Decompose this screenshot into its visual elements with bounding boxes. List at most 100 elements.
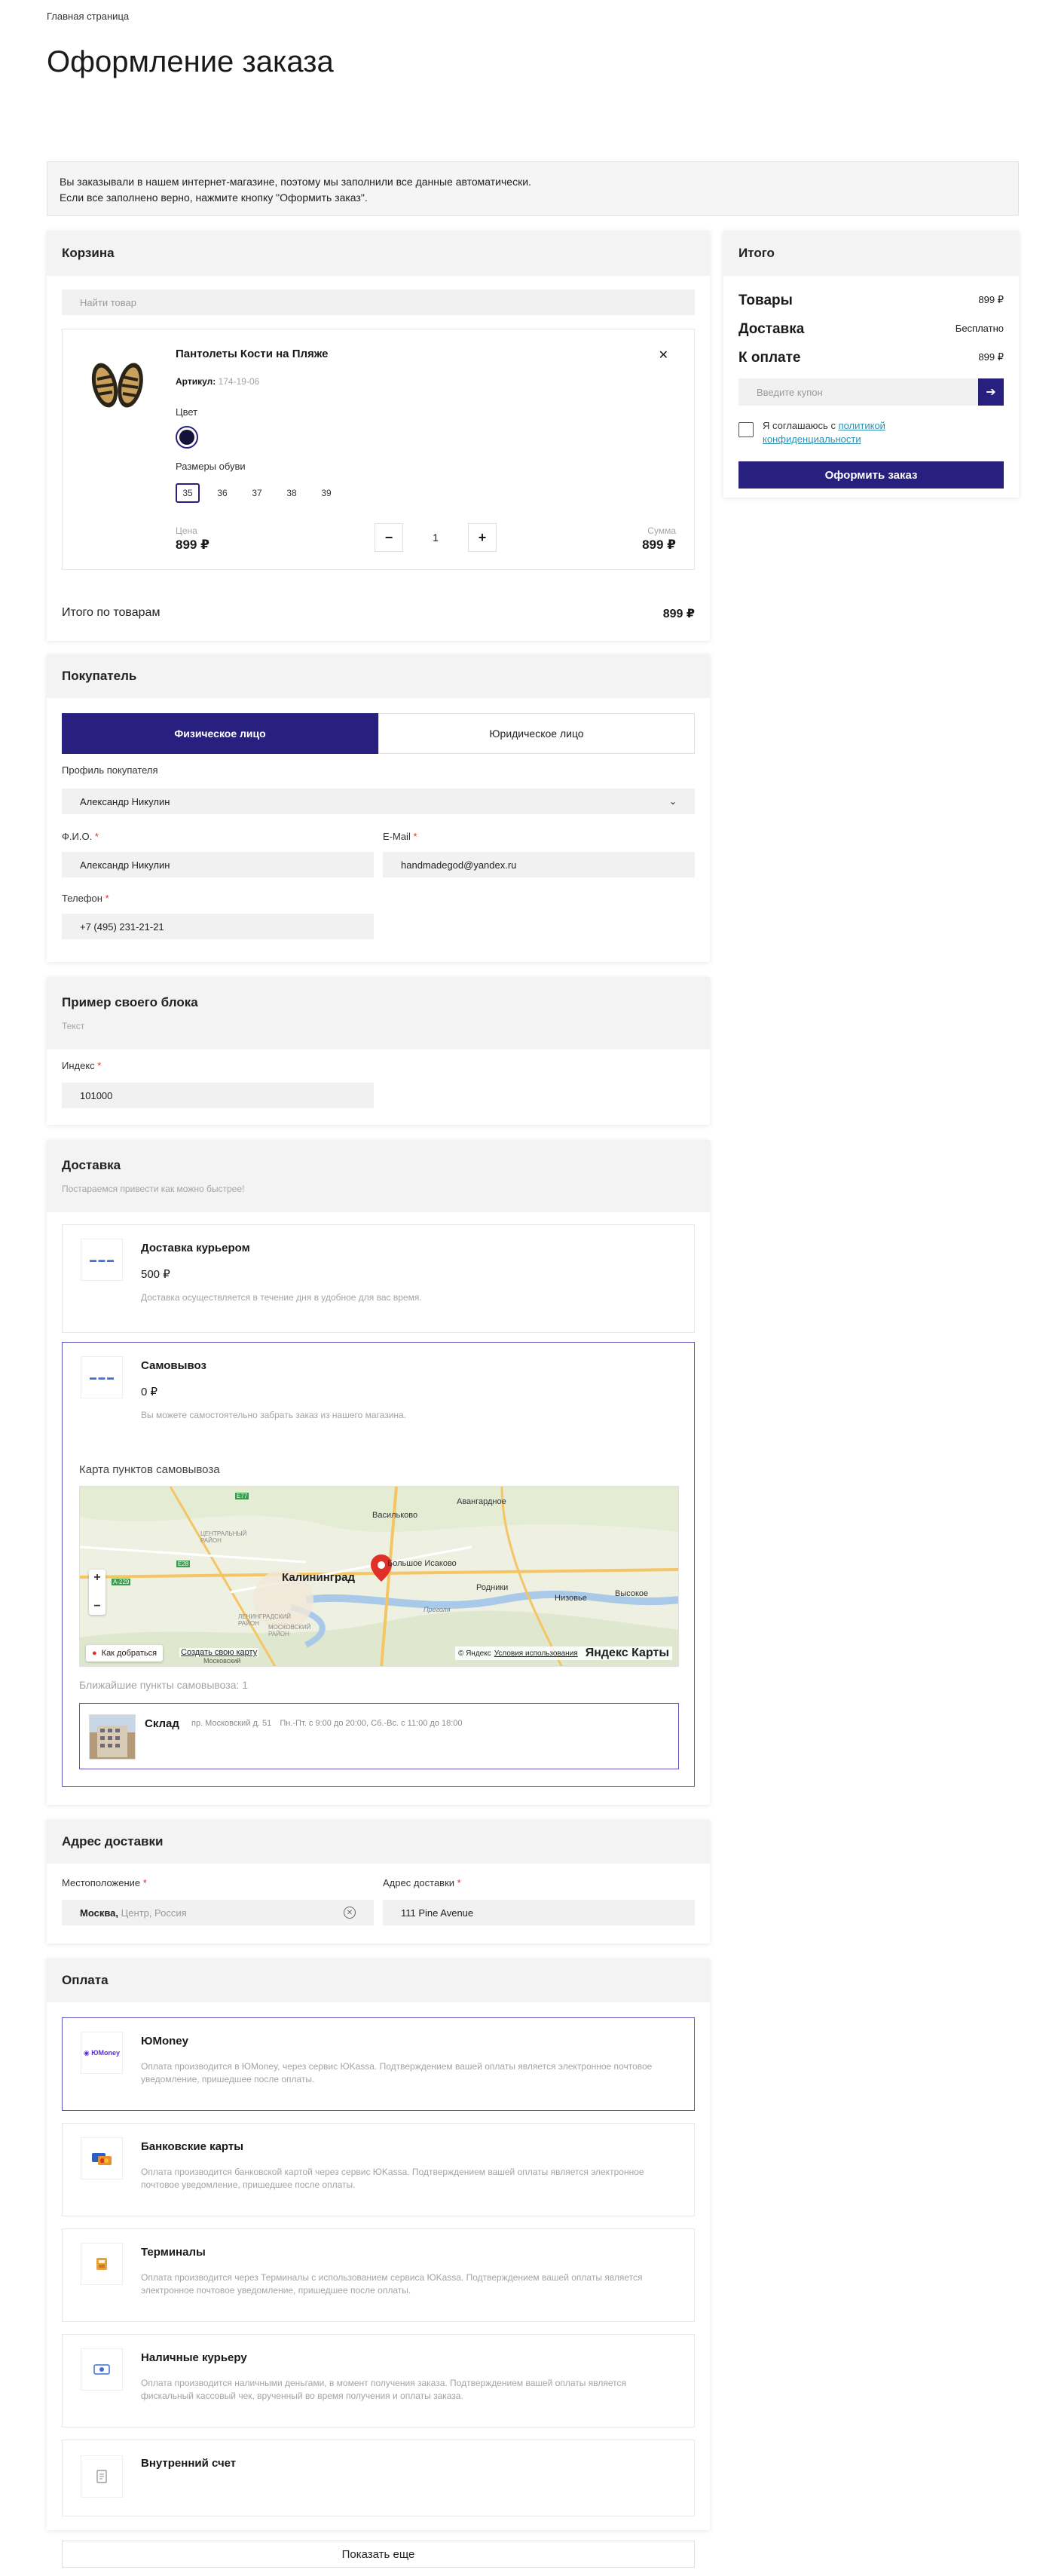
fio-field[interactable]: Александр Никулин xyxy=(62,852,374,878)
payment-option-title: Наличные курьеру xyxy=(141,2351,247,2364)
cart-total-value: 899 ₽ xyxy=(662,608,695,620)
size-option[interactable]: 37 xyxy=(245,483,269,503)
delivery-option-pickup[interactable]: ▬ ▬ ▬ Самовывоз 0 ₽ Вы можете самостояте… xyxy=(62,1342,695,1787)
custom-block-subtitle: Текст xyxy=(62,1021,85,1031)
phone-label: Телефон * xyxy=(62,893,109,904)
coupon-input[interactable]: Введите купон xyxy=(738,378,978,406)
map-pin-icon: ● xyxy=(92,1649,97,1658)
remove-product-icon[interactable]: ✕ xyxy=(659,348,668,363)
size-option[interactable]: 38 xyxy=(280,483,304,503)
pickup-point-name: Склад xyxy=(145,1717,179,1730)
map-terms-link[interactable]: Условия использования xyxy=(494,1649,578,1658)
map-label: E28 xyxy=(176,1561,191,1567)
delivery-option-courier[interactable]: ▬ ▬ ▬ Доставка курьером 500 ₽ Доставка о… xyxy=(62,1224,695,1333)
custom-block-title: Пример своего блока xyxy=(62,995,198,1009)
payment-option-internal[interactable]: Внутренний счет xyxy=(62,2440,695,2516)
custom-block-card: Пример своего блока Текст Индекс * 10100… xyxy=(47,977,710,1125)
profile-label: Профиль покупателя xyxy=(62,764,158,776)
phone-field[interactable]: +7 (495) 231-21-21 xyxy=(62,914,374,939)
size-option[interactable]: 35 xyxy=(176,483,200,503)
payment-option-terminals[interactable]: Терминалы Оплата производится через Терм… xyxy=(62,2228,695,2322)
delivery-subtitle: Постараемся привести как можно быстрее! xyxy=(62,1184,245,1194)
clear-location-icon[interactable]: ✕ xyxy=(344,1907,356,1919)
payment-option-cash[interactable]: Наличные курьеру Оплата производится нал… xyxy=(62,2334,695,2427)
email-field[interactable]: handmadegod@yandex.ru xyxy=(383,852,695,878)
buyer-title: Покупатель xyxy=(47,654,710,698)
location-label-text: Местоположение xyxy=(62,1877,141,1888)
pickup-point-card[interactable]: Склад пр. Московский д. 51 Пн.-Пт. с 9:0… xyxy=(79,1703,679,1769)
location-rest: Центр, Россия xyxy=(121,1907,187,1919)
zoom-out-icon[interactable]: − xyxy=(93,1600,100,1613)
location-label: Местоположение * xyxy=(62,1877,147,1888)
delivery-address-label-text: Адрес доставки xyxy=(383,1877,455,1888)
goods-label: Товары xyxy=(738,293,793,308)
order-summary: Итого Товары 899 ₽ Доставка Бесплатно К … xyxy=(723,231,1019,498)
payment-option-desc: Оплата производится в ЮMoney, через серв… xyxy=(141,2061,653,2084)
payment-option-desc: Оплата производится через Терминалы с ис… xyxy=(141,2272,643,2296)
size-option[interactable]: 39 xyxy=(314,483,338,503)
payment-option-yoomoney[interactable]: ◉ ЮMoney ЮMoney Оплата производится в ЮM… xyxy=(62,2017,695,2111)
map-label: Высокое xyxy=(615,1589,649,1598)
notice-line-1: Вы заказывали в нашем интернет-магазине,… xyxy=(60,176,531,188)
size-option[interactable]: 36 xyxy=(210,483,234,503)
quantity-stepper: − 1 + xyxy=(375,522,497,553)
delivery-address-label: Адрес доставки * xyxy=(383,1877,461,1888)
sizes-label: Размеры обуви xyxy=(176,461,246,472)
cash-icon xyxy=(81,2348,123,2391)
map-label: Преголя xyxy=(424,1606,451,1613)
color-swatch[interactable] xyxy=(176,426,198,449)
cart-card: Корзина Найти товар Пантолеты Кости на П… xyxy=(47,231,710,641)
map-brand-logo: Яндекс Карты xyxy=(585,1646,669,1659)
delivery-option-title: Самовывоз xyxy=(141,1359,206,1372)
submit-order-button[interactable]: Оформить заказ xyxy=(738,461,1004,489)
location-value: Москва, Центр, Россия xyxy=(80,1907,187,1919)
pickup-logo-icon: ▬ ▬ ▬ xyxy=(81,1356,123,1398)
tab-individual[interactable]: Физическое лицо xyxy=(62,713,378,754)
pickup-point-info: пр. Московский д. 51 Пн.-Пт. с 9:00 до 2… xyxy=(191,1719,463,1728)
profile-select[interactable]: Александр Никулин ⌄ xyxy=(62,789,695,814)
payment-option-cards[interactable]: Банковские карты Оплата производится бан… xyxy=(62,2123,695,2216)
index-field[interactable]: 101000 xyxy=(62,1083,374,1108)
pickup-map[interactable]: Авангардное Васильково ЦЕНТРАЛЬНЫЙ РАЙОН… xyxy=(79,1486,679,1667)
location-field[interactable]: Москва, Центр, Россия ✕ xyxy=(62,1900,374,1925)
apply-coupon-button[interactable]: ➔ xyxy=(978,378,1004,406)
required-mark: * xyxy=(457,1877,461,1888)
breadcrumb[interactable]: Главная страница xyxy=(47,11,129,22)
yoomoney-logo-icon: ◉ ЮMoney xyxy=(81,2032,123,2074)
pickup-point-address: пр. Московский д. 51 xyxy=(191,1719,272,1728)
color-label: Цвет xyxy=(176,406,198,418)
product-search-input[interactable]: Найти товар xyxy=(62,289,695,315)
payment-option-desc: Оплата производится банковской картой че… xyxy=(141,2167,644,2190)
decrease-quantity-button[interactable]: − xyxy=(375,523,403,552)
product-name[interactable]: Пантолеты Кости на Пляже xyxy=(176,348,329,360)
map-zoom-control: + − xyxy=(89,1570,105,1615)
autofill-notice: Вы заказывали в нашем интернет-магазине,… xyxy=(47,161,1019,216)
index-label-text: Индекс xyxy=(62,1060,95,1071)
map-label: Низовье xyxy=(555,1594,587,1603)
payment-option-title: Банковские карты xyxy=(141,2140,244,2153)
map-label: Московский xyxy=(203,1657,241,1665)
pay-label: К оплате xyxy=(738,350,801,366)
increase-quantity-button[interactable]: + xyxy=(467,523,497,552)
show-more-button[interactable]: Показать еще xyxy=(62,2541,695,2568)
delivery-option-desc: Вы можете самостоятельно забрать заказ и… xyxy=(141,1410,407,1420)
map-route-button[interactable]: ● Как добраться xyxy=(86,1645,164,1662)
map-title: Карта пунктов самовывоза xyxy=(79,1463,220,1476)
zoom-in-icon[interactable]: + xyxy=(93,1571,100,1585)
price-label: Цена xyxy=(176,525,197,536)
fio-label-text: Ф.И.О. xyxy=(62,831,93,842)
delivery-option-price: 0 ₽ xyxy=(141,1386,158,1398)
delivery-option-price: 500 ₽ xyxy=(141,1268,170,1281)
quantity-value[interactable]: 1 xyxy=(433,531,439,544)
goods-value: 899 ₽ xyxy=(978,294,1004,305)
map-copyright: © Яндекс xyxy=(457,1649,491,1658)
agree-checkbox[interactable] xyxy=(738,422,754,437)
product-image[interactable] xyxy=(82,357,154,411)
tab-legal-entity[interactable]: Юридическое лицо xyxy=(378,713,695,754)
summary-title: Итого xyxy=(723,231,1019,276)
required-mark: * xyxy=(413,831,417,842)
notice-line-2: Если все заполнено верно, нажмите кнопку… xyxy=(60,191,368,204)
pay-value: 899 ₽ xyxy=(978,351,1004,363)
map-create-link[interactable]: Создать свою карту xyxy=(179,1648,259,1657)
delivery-address-field[interactable]: 111 Pine Avenue xyxy=(383,1900,695,1925)
